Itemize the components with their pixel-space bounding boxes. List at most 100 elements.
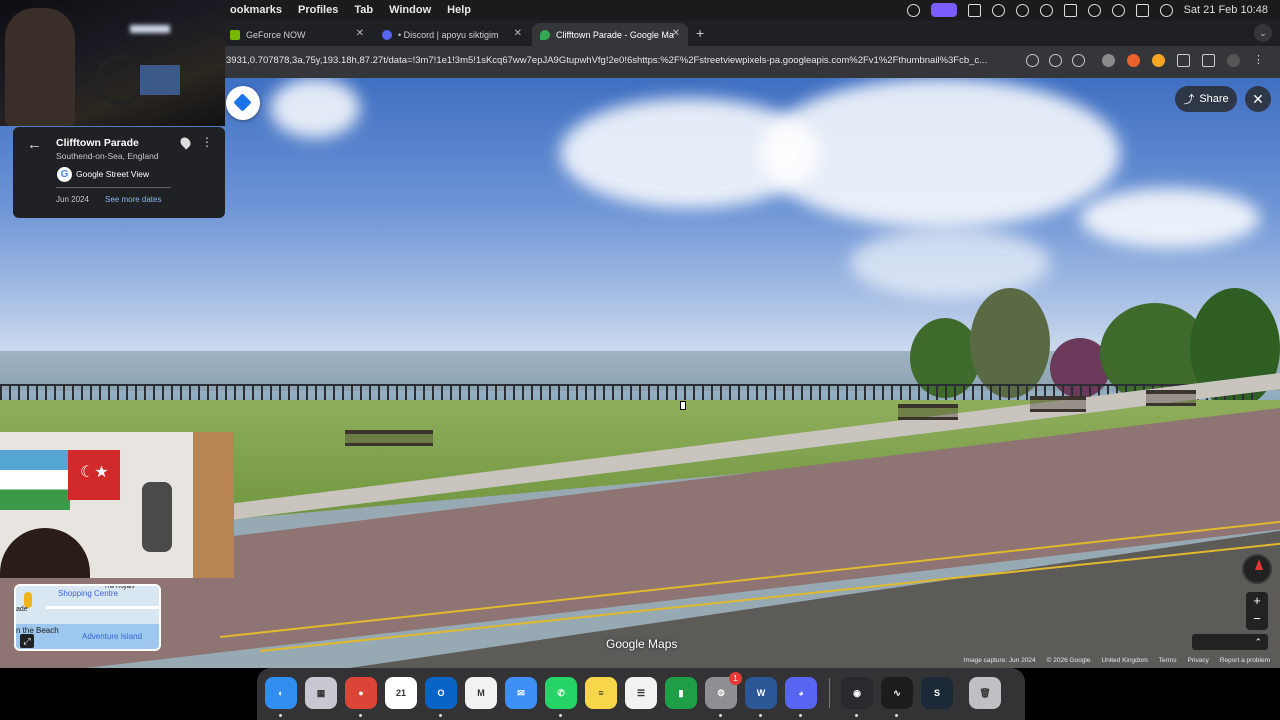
tab-geforce[interactable]: GeForce NOW ✕	[222, 23, 372, 46]
minimap[interactable]: The Royals Shopping Centre ade n the Bea…	[14, 584, 161, 651]
menu-tab[interactable]: Tab	[346, 4, 381, 16]
bench	[1146, 390, 1196, 406]
geforce-icon	[230, 29, 240, 40]
running-indicator	[759, 714, 762, 717]
compass-button[interactable]	[1242, 554, 1272, 584]
dock-app-numbers[interactable]: ▮	[665, 677, 697, 709]
menu-bookmarks[interactable]: ookmarks	[222, 4, 290, 16]
profile-avatar[interactable]	[1227, 54, 1240, 67]
dock-app-chrome[interactable]: ●	[345, 677, 377, 709]
dock-app-obs[interactable]: ◉	[841, 677, 873, 709]
extension-icon[interactable]	[1102, 54, 1115, 67]
cloud	[1080, 188, 1260, 248]
reading-list-icon[interactable]	[1202, 54, 1215, 67]
battery-status-icon[interactable]	[967, 3, 981, 17]
install-app-icon[interactable]	[1049, 54, 1062, 67]
capture-date: Jun 2024	[56, 195, 89, 204]
close-tab-icon[interactable]: ✕	[672, 28, 680, 39]
back-arrow-icon[interactable]: ←	[27, 136, 42, 153]
tab-label: • Discord | apoyu siktigim	[398, 29, 499, 40]
running-indicator	[719, 714, 722, 717]
dock-app-outlook[interactable]: O	[425, 677, 457, 709]
recording-pill-icon[interactable]	[930, 3, 957, 17]
zoom-in-button[interactable]: +	[1246, 592, 1268, 610]
report-problem-link[interactable]: Report a problem	[1220, 657, 1270, 664]
maps-pin-icon	[540, 29, 550, 40]
tab-google-maps[interactable]: Clifftown Parade - Google Ma ✕	[532, 23, 688, 46]
minimap-label: Shopping Centre	[58, 589, 119, 598]
dock-app-gmail[interactable]: M	[465, 677, 497, 709]
discord-icon	[382, 29, 392, 40]
wifi-icon[interactable]	[1087, 3, 1101, 17]
battery-icon[interactable]	[1063, 3, 1077, 17]
dock-app-discord[interactable]: ◕	[785, 677, 817, 709]
mouse-cursor	[680, 401, 686, 410]
running-indicator	[895, 714, 898, 717]
dock-app-activity-monitor[interactable]: ∿	[881, 677, 913, 709]
menu-profiles[interactable]: Profiles	[290, 4, 346, 16]
dock-app-mail[interactable]: ✉	[505, 677, 537, 709]
see-more-dates-link[interactable]: See more dates	[105, 195, 161, 204]
puzzle-icon[interactable]	[1177, 54, 1190, 67]
person-head	[0, 528, 90, 578]
dock-app-calendar[interactable]: 21	[385, 677, 417, 709]
close-tab-icon[interactable]: ✕	[356, 28, 364, 39]
car-screen	[140, 65, 180, 95]
privacy-link[interactable]: Privacy	[1187, 657, 1208, 664]
share-button[interactable]: ⤴ Share	[1175, 86, 1237, 112]
more-options-icon[interactable]: ⋮	[201, 135, 213, 149]
dock-app-launchpad[interactable]: ▦	[305, 677, 337, 709]
location-icon[interactable]	[1026, 54, 1039, 67]
tab-search-button[interactable]: ⌄	[1254, 24, 1272, 42]
running-indicator	[439, 714, 442, 717]
address-actions	[1026, 54, 1085, 67]
dock-app-finder[interactable]: ◐	[265, 677, 297, 709]
tab-discord[interactable]: • Discord | apoyu siktigim ✕	[374, 23, 530, 46]
extension-icon[interactable]	[1127, 54, 1140, 67]
clock[interactable]: Sat 21 Feb 10:48	[1184, 4, 1268, 16]
door	[193, 432, 234, 578]
bench	[345, 430, 433, 446]
new-tab-button[interactable]: +	[696, 25, 704, 41]
menu-help[interactable]: Help	[439, 4, 479, 16]
dock-app-steam[interactable]: S	[921, 677, 953, 709]
control-center-icon[interactable]	[1135, 3, 1149, 17]
bench	[898, 404, 958, 420]
terms-link[interactable]: Terms	[1159, 657, 1177, 664]
siri-icon[interactable]	[1159, 3, 1173, 17]
zoom-out-button[interactable]: −	[1246, 610, 1268, 628]
expand-map-icon[interactable]: ⤢	[20, 634, 34, 648]
minimap-label: ade	[16, 606, 28, 613]
more-menu-icon[interactable]: ⋮	[1252, 54, 1265, 67]
dock-app-trash[interactable]: 🗑	[969, 677, 1001, 709]
grammarly-icon[interactable]	[991, 3, 1005, 17]
expand-up-icon: ⌃	[1254, 637, 1262, 647]
region-link[interactable]: United Kingdom	[1102, 657, 1148, 664]
dock-app-word[interactable]: W	[745, 677, 777, 709]
screen-share-icon[interactable]	[906, 3, 920, 17]
steering-wheel	[95, 55, 145, 105]
directions-button[interactable]	[226, 86, 260, 120]
dock-app-reminders[interactable]: ☰	[625, 677, 657, 709]
dock-app-whatsapp[interactable]: ✆	[545, 677, 577, 709]
search-icon[interactable]	[1111, 3, 1125, 17]
location-pin-icon[interactable]	[178, 135, 193, 150]
place-subtitle: Southend-on-Sea, England	[56, 151, 159, 161]
close-street-view-button[interactable]: ✕	[1245, 86, 1271, 112]
running-indicator	[799, 714, 802, 717]
close-tab-icon[interactable]: ✕	[514, 28, 522, 39]
running-indicator	[279, 714, 282, 717]
extensions: ⋮	[1102, 54, 1265, 67]
headphones-icon[interactable]	[1039, 3, 1053, 17]
extension-icon[interactable]	[1152, 54, 1165, 67]
minimap-label: Adventure Island	[82, 632, 143, 641]
layers-button[interactable]: ⌃	[1192, 634, 1268, 650]
play-icon[interactable]	[1015, 3, 1029, 17]
tab-label: GeForce NOW	[246, 29, 306, 40]
dock-app-notes[interactable]: ≡	[585, 677, 617, 709]
url-field[interactable]: 3931,0.707878,3a,75y,193.18h,87.27t/data…	[226, 55, 1022, 66]
menu-window[interactable]: Window	[381, 4, 439, 16]
coat	[142, 482, 172, 552]
bookmark-star-icon[interactable]	[1072, 54, 1085, 67]
place-info-card: ← Clifftown Parade Southend-on-Sea, Engl…	[13, 127, 225, 218]
